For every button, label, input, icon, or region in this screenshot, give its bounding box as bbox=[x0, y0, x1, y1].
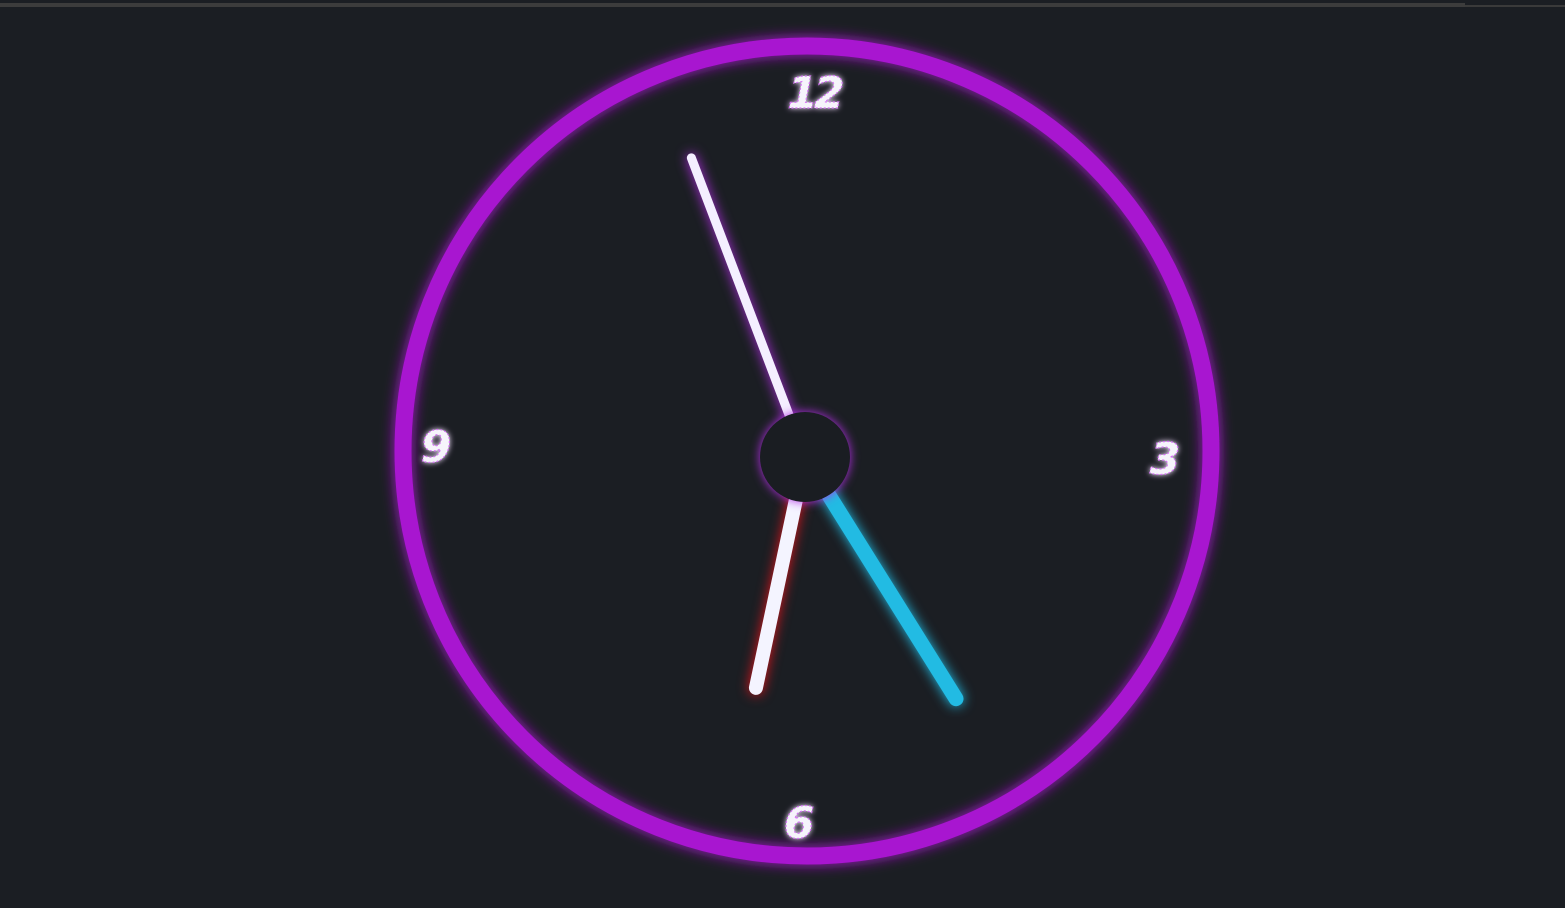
numeral-12: 12 bbox=[787, 68, 843, 119]
analog-clock: 12 3 6 9 bbox=[394, 37, 1220, 865]
numeral-9: 9 bbox=[421, 422, 450, 473]
center-cap-icon bbox=[760, 412, 850, 502]
numeral-3: 3 bbox=[1150, 434, 1179, 485]
numeral-6: 6 bbox=[784, 798, 814, 849]
